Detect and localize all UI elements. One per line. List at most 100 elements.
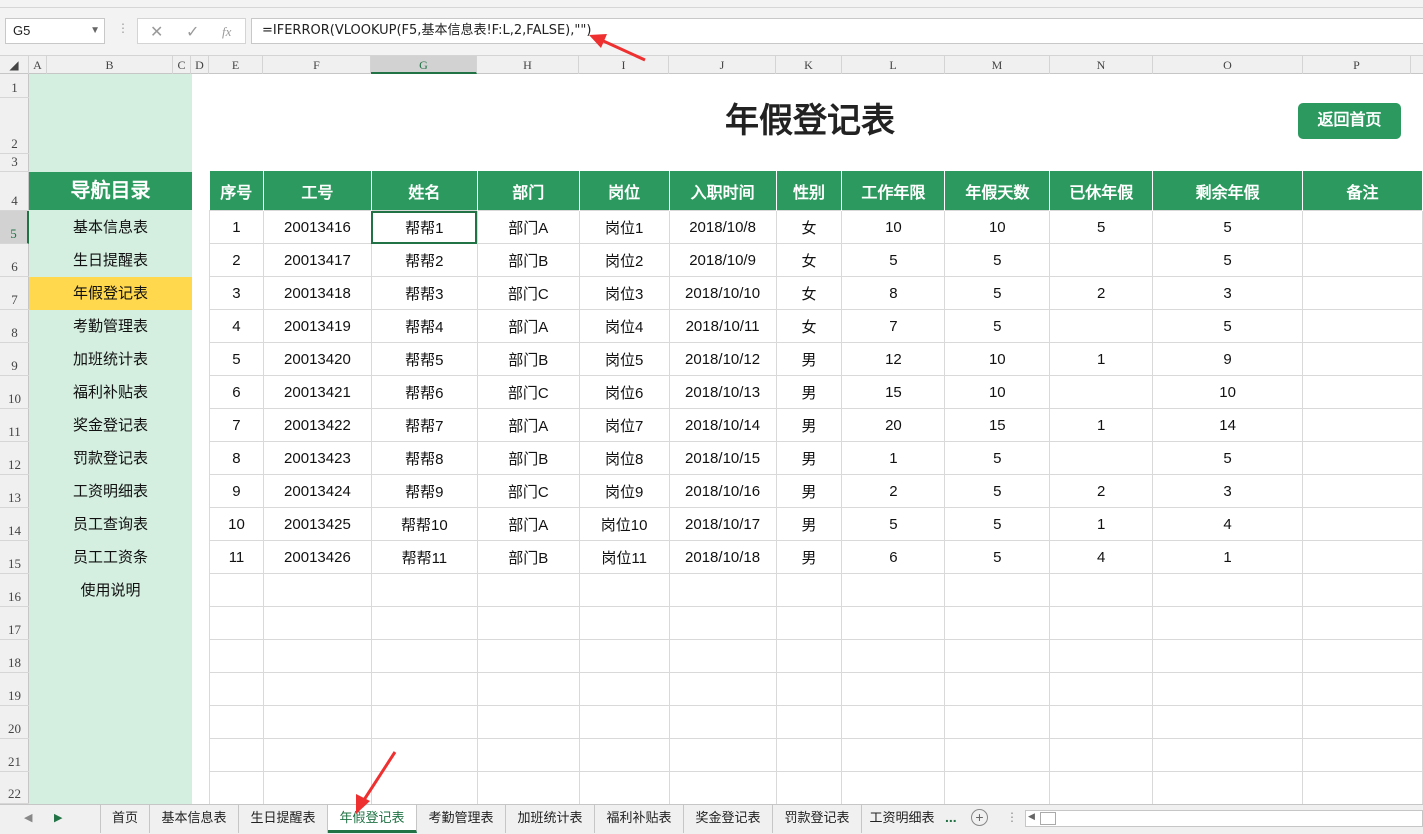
row-header-22[interactable]: 22 bbox=[0, 772, 29, 804]
cell-leave-days[interactable]: 15 bbox=[944, 408, 1051, 442]
cell-index[interactable]: 3 bbox=[209, 276, 264, 310]
cell-empty[interactable] bbox=[262, 771, 372, 805]
nav-item-employee-query[interactable]: 员工查询表 bbox=[29, 508, 192, 541]
row-header-20[interactable]: 20 bbox=[0, 706, 29, 739]
cell-hire-date[interactable]: 2018/10/15 bbox=[668, 441, 777, 475]
cell-hire-date[interactable]: 2018/10/11 bbox=[668, 309, 777, 343]
cell-position[interactable]: 岗位11 bbox=[578, 540, 670, 574]
cell-empty[interactable] bbox=[1302, 771, 1423, 805]
col-header-h[interactable]: H bbox=[477, 56, 579, 74]
cell-empty[interactable] bbox=[1152, 771, 1303, 805]
cell-employee-id[interactable]: 20013424 bbox=[262, 474, 372, 508]
cell-empty[interactable] bbox=[262, 738, 372, 772]
sheet-tab-birthday[interactable]: 生日提醒表 bbox=[239, 805, 328, 833]
drag-handle-icon[interactable]: ⋮ bbox=[117, 21, 129, 35]
cell-leave-taken[interactable]: 1 bbox=[1049, 342, 1154, 376]
header-hire-date[interactable]: 入职时间 bbox=[669, 171, 777, 211]
row-header-2[interactable]: 2 bbox=[0, 98, 29, 154]
header-leave-taken[interactable]: 已休年假 bbox=[1049, 171, 1154, 211]
cell-index[interactable]: 9 bbox=[209, 474, 264, 508]
cell-hire-date[interactable]: 2018/10/12 bbox=[668, 342, 777, 376]
cell-empty[interactable] bbox=[944, 672, 1051, 706]
cell-position[interactable]: 岗位7 bbox=[578, 408, 670, 442]
cell-employee-id[interactable]: 20013425 bbox=[262, 507, 372, 541]
cell-years-worked[interactable]: 10 bbox=[841, 210, 946, 244]
cell-empty[interactable] bbox=[668, 639, 777, 673]
more-tabs-button[interactable]: ... bbox=[945, 809, 957, 825]
nav-item-attendance[interactable]: 考勤管理表 bbox=[29, 310, 192, 343]
cell-position[interactable]: 岗位5 bbox=[578, 342, 670, 376]
cell-leave-days[interactable]: 5 bbox=[944, 474, 1051, 508]
scroll-left-icon[interactable]: ◀ bbox=[1028, 811, 1035, 822]
row-header-15[interactable]: 15 bbox=[0, 541, 29, 574]
cell-employee-id[interactable]: 20013419 bbox=[262, 309, 372, 343]
select-all-corner[interactable]: ◢ bbox=[0, 56, 29, 74]
cell-empty[interactable] bbox=[1049, 738, 1154, 772]
cell-years-worked[interactable]: 6 bbox=[841, 540, 946, 574]
cell-empty[interactable] bbox=[578, 639, 670, 673]
cell-empty[interactable] bbox=[668, 573, 777, 607]
cell-years-worked[interactable]: 20 bbox=[841, 408, 946, 442]
cell-hire-date[interactable]: 2018/10/8 bbox=[668, 210, 777, 244]
sheet-tab-attendance[interactable]: 考勤管理表 bbox=[417, 805, 506, 833]
cell-empty[interactable] bbox=[841, 705, 946, 739]
cell-empty[interactable] bbox=[1152, 639, 1303, 673]
cell-empty[interactable] bbox=[209, 771, 264, 805]
cell-empty[interactable] bbox=[1302, 672, 1423, 706]
cell-notes[interactable] bbox=[1302, 408, 1423, 442]
col-header-b[interactable]: B bbox=[47, 56, 173, 74]
cell-department[interactable]: 部门B bbox=[476, 441, 580, 475]
cell-notes[interactable] bbox=[1302, 342, 1423, 376]
header-position[interactable]: 岗位 bbox=[579, 171, 670, 211]
cell-empty[interactable] bbox=[944, 606, 1051, 640]
cell-empty[interactable] bbox=[1049, 639, 1154, 673]
header-notes[interactable]: 备注 bbox=[1302, 171, 1423, 211]
cell-hire-date[interactable]: 2018/10/10 bbox=[668, 276, 777, 310]
cell-empty[interactable] bbox=[668, 738, 777, 772]
cell-leave-taken[interactable]: 1 bbox=[1049, 408, 1154, 442]
row-header-1[interactable]: 1 bbox=[0, 74, 29, 98]
cell-name[interactable]: 帮帮6 bbox=[370, 375, 478, 409]
cell-name[interactable]: 帮帮1 bbox=[370, 210, 478, 244]
cell-empty[interactable] bbox=[476, 672, 580, 706]
row-header-10[interactable]: 10 bbox=[0, 376, 29, 409]
cell-empty[interactable] bbox=[370, 705, 478, 739]
cell-empty[interactable] bbox=[578, 705, 670, 739]
cell-empty[interactable] bbox=[370, 771, 478, 805]
cell-position[interactable]: 岗位1 bbox=[578, 210, 670, 244]
cell-empty[interactable] bbox=[476, 771, 580, 805]
header-index[interactable]: 序号 bbox=[209, 171, 264, 211]
cell-leave-days[interactable]: 10 bbox=[944, 210, 1051, 244]
cell-empty[interactable] bbox=[1152, 738, 1303, 772]
cell-leave-remaining[interactable]: 9 bbox=[1152, 342, 1303, 376]
chevron-down-icon[interactable]: ▼ bbox=[90, 19, 100, 43]
cell-empty[interactable] bbox=[578, 738, 670, 772]
cell-empty[interactable] bbox=[209, 672, 264, 706]
cell-leave-days[interactable]: 5 bbox=[944, 309, 1051, 343]
cell-employee-id[interactable]: 20013418 bbox=[262, 276, 372, 310]
cell-leave-remaining[interactable]: 4 bbox=[1152, 507, 1303, 541]
cell-name[interactable]: 帮帮7 bbox=[370, 408, 478, 442]
sheet-tab-overtime[interactable]: 加班统计表 bbox=[506, 805, 595, 833]
cell-empty[interactable] bbox=[841, 771, 946, 805]
sheet-tab-basic-info[interactable]: 基本信息表 bbox=[150, 805, 239, 833]
row-header-6[interactable]: 6 bbox=[0, 244, 29, 277]
cell-empty[interactable] bbox=[775, 771, 843, 805]
cell-empty[interactable] bbox=[841, 573, 946, 607]
cell-position[interactable]: 岗位4 bbox=[578, 309, 670, 343]
nav-item-penalty[interactable]: 罚款登记表 bbox=[29, 442, 192, 475]
col-header-n[interactable]: N bbox=[1050, 56, 1153, 74]
cell-employee-id[interactable]: 20013422 bbox=[262, 408, 372, 442]
cell-empty[interactable] bbox=[209, 705, 264, 739]
sheet-tab-welfare[interactable]: 福利补贴表 bbox=[595, 805, 684, 833]
back-home-button[interactable]: 返回首页 bbox=[1298, 103, 1401, 139]
cell-leave-taken[interactable]: 2 bbox=[1049, 474, 1154, 508]
row-header-18[interactable]: 18 bbox=[0, 640, 29, 673]
cell-empty[interactable] bbox=[668, 606, 777, 640]
cell-leave-taken[interactable]: 2 bbox=[1049, 276, 1154, 310]
cell-gender[interactable]: 女 bbox=[775, 243, 843, 277]
col-header-f[interactable]: F bbox=[263, 56, 371, 74]
horizontal-scrollbar[interactable]: ◀ bbox=[1025, 810, 1423, 827]
cell-employee-id[interactable]: 20013421 bbox=[262, 375, 372, 409]
cell-department[interactable]: 部门B bbox=[476, 342, 580, 376]
